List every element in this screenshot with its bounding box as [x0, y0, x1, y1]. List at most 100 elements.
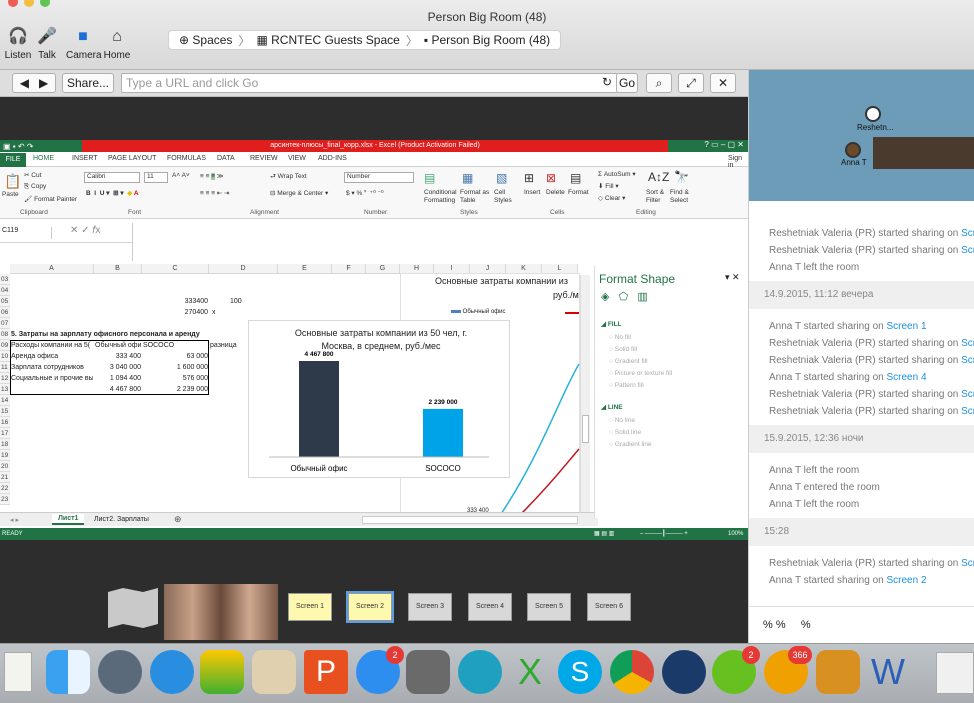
tab-view[interactable]: VIEW	[288, 155, 306, 162]
chat-input[interactable]: % % %	[749, 606, 974, 643]
cell-a08[interactable]: 5. Затраты на зарплату офисного персонал…	[11, 329, 209, 340]
bar-chart[interactable]: Основные затраты компании из 50 чел, г. …	[248, 320, 510, 478]
breadcrumb-space[interactable]: ▦ RCNTEC Guests Space	[252, 33, 403, 47]
screen-3-tile[interactable]: Screen 3	[408, 593, 452, 621]
name-box[interactable]: C119	[0, 227, 52, 239]
formula-icons[interactable]: ✕ ✓ 𝑓x	[70, 225, 100, 236]
row-header[interactable]: 22	[0, 483, 10, 494]
cell-c09[interactable]: SOCOCO	[143, 340, 208, 351]
row-header[interactable]: 03	[0, 274, 10, 285]
chrome-icon[interactable]	[610, 650, 654, 694]
font-name-select[interactable]: Calibri	[84, 172, 140, 183]
column-header[interactable]: G	[366, 264, 400, 274]
cell-c10[interactable]: 63 000	[143, 351, 208, 362]
log-screen-link[interactable]: Screen	[961, 338, 974, 349]
cell-c12[interactable]: 576 000	[143, 373, 208, 384]
insert-cells-button[interactable]: Insert	[524, 189, 540, 196]
delete-cells-icon[interactable]: ⊠	[546, 171, 556, 185]
bar-1[interactable]	[423, 408, 463, 457]
log-screen-link[interactable]: Screen 4	[887, 372, 927, 383]
row-header[interactable]: 21	[0, 472, 10, 483]
cell-c05[interactable]: 333400	[143, 296, 208, 307]
format-cells-icon[interactable]: ▤	[570, 171, 581, 185]
word-icon[interactable]: W	[866, 650, 910, 694]
number-icons[interactable]: $ ▾ % ❜ ⁺⁰ ⁻⁰	[346, 189, 384, 197]
appstore-icon[interactable]: 2	[356, 646, 404, 694]
log-screen-link[interactable]: Screen	[961, 406, 974, 417]
bar-0[interactable]	[299, 361, 339, 457]
vertical-scrollbar[interactable]	[580, 275, 590, 513]
close-dot[interactable]	[8, 0, 18, 7]
skype-icon[interactable]: S	[558, 650, 602, 694]
notes-icon[interactable]	[4, 652, 32, 692]
tab-formulas[interactable]: FORMULAS	[167, 155, 206, 162]
bold-italic-underline[interactable]: B I U ▾ ⊞ ▾ ◆ A	[86, 189, 139, 197]
row-header[interactable]: 19	[0, 450, 10, 461]
quicktime-icon[interactable]	[662, 650, 706, 694]
log-screen-link[interactable]: Screen 2	[887, 575, 927, 586]
format-option[interactable]: ○ Gradient fill	[609, 358, 648, 365]
format-option[interactable]: ○ Pattern fill	[609, 382, 644, 389]
row-header[interactable]: 20	[0, 461, 10, 472]
format-option[interactable]: ○ Solid line	[609, 429, 641, 436]
log-screen-link[interactable]: Screen	[961, 228, 974, 239]
cell-a09[interactable]: Расходы компании на 5(	[11, 340, 93, 351]
zoom-dot[interactable]	[40, 0, 50, 7]
screen-2-tile[interactable]: Screen 2	[346, 591, 394, 623]
cell-b09[interactable]: Обычный офис	[95, 340, 141, 351]
row-header[interactable]: 10	[0, 351, 10, 362]
tab-home[interactable]: HOME	[33, 155, 54, 162]
row-header[interactable]: 23	[0, 494, 10, 505]
delete-cells-button[interactable]: Delete	[546, 189, 565, 196]
fill-section-header[interactable]: ◢ FILL	[601, 320, 622, 328]
format-option[interactable]: ○ Gradient line	[609, 441, 652, 448]
line-section-header[interactable]: ◢ LINE	[601, 403, 623, 411]
format-option[interactable]: ○ No fill	[609, 334, 631, 341]
tab-add-ins[interactable]: ADD-INS	[318, 155, 347, 162]
format-option[interactable]: ○ Picture or texture fill	[609, 370, 672, 377]
back-forward-buttons[interactable]: ◀ ▶	[12, 73, 56, 93]
column-header[interactable]: A	[10, 264, 94, 274]
room-map[interactable]: Reshetn... Anna T	[749, 70, 974, 201]
row-header[interactable]: 13	[0, 384, 10, 395]
row-header[interactable]: 08	[0, 329, 10, 340]
cell-c11[interactable]: 1 600 000	[143, 362, 208, 373]
camera-button[interactable]: ■ Camera	[66, 28, 102, 61]
cell-a10[interactable]: Аренда офиса	[11, 351, 93, 362]
autosum-button[interactable]: Σ AutoSum ▾	[598, 170, 636, 178]
cut-button[interactable]: ✂ Cut	[24, 171, 41, 179]
mail-icon[interactable]	[252, 650, 296, 694]
expand-icon[interactable]: ⤢	[678, 73, 704, 93]
sheet-nav-icons[interactable]: ◂ ▸	[10, 516, 19, 524]
cell-b11[interactable]: 3 040 000	[95, 362, 141, 373]
cell-a12[interactable]: Социальные и прочие вы	[11, 373, 93, 384]
launchpad-icon[interactable]	[98, 650, 142, 694]
format-option[interactable]: ○ Solid fill	[609, 346, 637, 353]
tab-insert[interactable]: INSERT	[72, 155, 98, 162]
find-select-icon[interactable]: 🔭	[674, 170, 689, 184]
sort-filter-icon[interactable]: A↕Z	[648, 170, 669, 184]
paste-icon[interactable]: 📋	[4, 173, 21, 190]
row-header[interactable]: 09	[0, 340, 10, 351]
minimize-dot[interactable]	[24, 0, 34, 7]
talk-button[interactable]: 🎤 Talk	[30, 28, 64, 61]
share-button[interactable]: Share...	[62, 73, 114, 93]
cell-c06[interactable]: 270400	[143, 307, 208, 318]
row-header[interactable]: 06	[0, 307, 10, 318]
odnoklassniki-icon[interactable]: 366	[764, 646, 812, 694]
sheet-tab-1[interactable]: Лист1	[52, 514, 85, 525]
column-header[interactable]: B	[94, 264, 142, 274]
avatar-anna[interactable]	[845, 142, 861, 158]
safari-icon[interactable]	[150, 650, 194, 694]
cell-d05[interactable]: 100	[210, 296, 277, 307]
tab-data[interactable]: DATA	[217, 155, 235, 162]
insert-cells-icon[interactable]: ⊞	[524, 171, 534, 185]
scroll-thumb[interactable]	[582, 415, 589, 443]
photos-icon[interactable]	[816, 650, 860, 694]
excel-window-controls[interactable]: ? ▭ – ▢ ✕	[668, 140, 748, 152]
paste-button[interactable]: Paste	[2, 191, 19, 198]
sheet-tab-2[interactable]: Лист2. Зарплаты	[90, 515, 153, 524]
chat-app-icon[interactable]	[458, 650, 502, 694]
row-header[interactable]: 14	[0, 395, 10, 406]
log-screen-link[interactable]: Screen	[961, 245, 974, 256]
